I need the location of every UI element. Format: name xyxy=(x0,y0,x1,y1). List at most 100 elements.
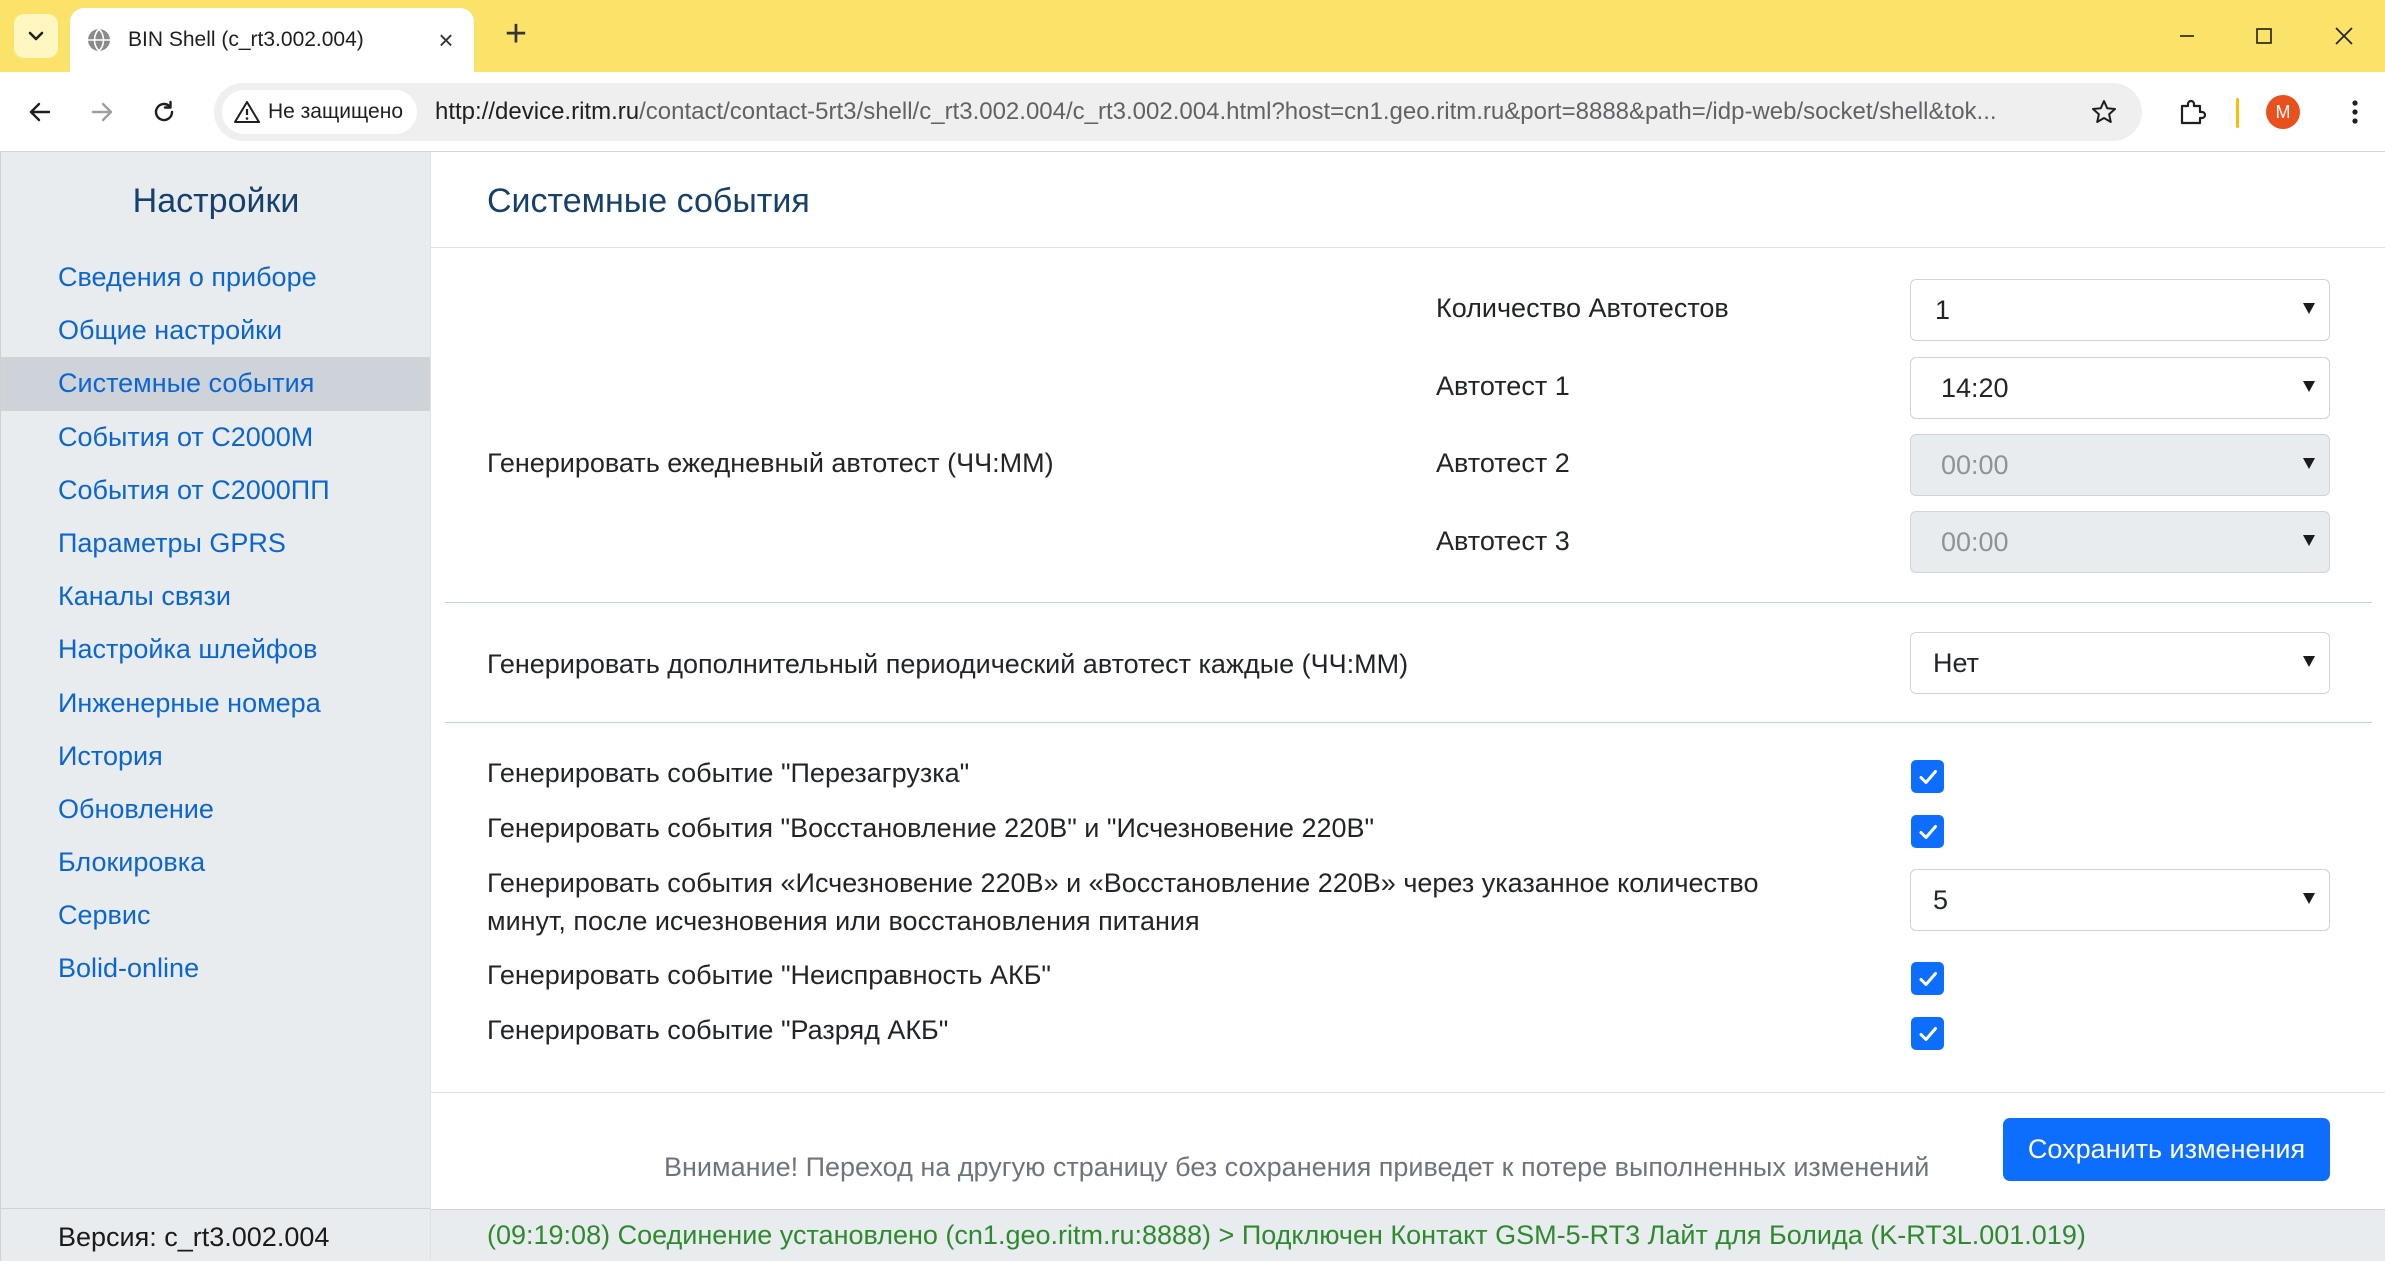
sidebar-item-system-events[interactable]: Системные события xyxy=(1,357,431,411)
url-text[interactable]: http://device.ritm.ru/contact/contact-5r… xyxy=(435,98,2084,126)
settings-sidebar: Настройки Сведения о приборе Общие настр… xyxy=(0,152,431,1261)
power-delay-label-line2: минут, после исчезновения или восстановл… xyxy=(487,906,1200,936)
autotest-1-value: 14:20 xyxy=(1941,373,2009,403)
star-icon xyxy=(2092,100,2116,123)
extensions-button[interactable] xyxy=(2170,90,2214,134)
autotest-2-label: Автотест 2 xyxy=(1436,448,1570,478)
close-icon xyxy=(2335,27,2353,45)
checkmark-icon xyxy=(1919,1026,1937,1041)
sidebar-item-c2000pp-events[interactable]: События от С2000ПП xyxy=(1,464,431,517)
puzzle-icon xyxy=(2180,99,2207,125)
browser-tab[interactable]: BIN Shell (c_rt3.002.004) × xyxy=(70,8,474,72)
sidebar-item-general-settings[interactable]: Общие настройки xyxy=(1,304,431,357)
connection-status: (09:19:08) Соединение установлено (cn1.g… xyxy=(487,1220,2086,1250)
autotest-2-select[interactable]: 00:00 xyxy=(1910,434,2330,496)
autotest-3-label: Автотест 3 xyxy=(1436,526,1570,556)
reboot-event-checkbox[interactable] xyxy=(1911,760,1944,793)
main-header: Системные события xyxy=(431,152,2385,248)
sidebar-item-lock[interactable]: Блокировка xyxy=(1,836,431,889)
sidebar-nav: Сведения о приборе Общие настройки Систе… xyxy=(1,251,431,996)
checkmark-icon xyxy=(1919,769,1937,784)
checkmark-icon xyxy=(1919,824,1937,839)
sidebar-title: Настройки xyxy=(132,182,300,220)
sidebar-item-gprs[interactable]: Параметры GPRS xyxy=(1,517,431,570)
sidebar-item-channels[interactable]: Каналы связи xyxy=(1,570,431,623)
security-indicator[interactable]: Не защищено xyxy=(222,90,417,134)
address-bar[interactable]: Не защищено http://device.ritm.ru/contac… xyxy=(214,83,2142,141)
tab-close-icon[interactable]: × xyxy=(434,27,458,53)
power-events-label: Генерировать события "Восстановление 220… xyxy=(487,813,1375,843)
footer-divider xyxy=(431,1092,2385,1093)
url-path: /contact/contact-5rt3/shell/c_rt3.002.00… xyxy=(639,98,1997,125)
checkmark-icon xyxy=(1919,971,1937,986)
browser-tab-strip: BIN Shell (c_rt3.002.004) × + xyxy=(0,0,2385,72)
power-delay-select[interactable]: 5 xyxy=(1910,869,2330,931)
caret-down-icon xyxy=(2303,381,2315,392)
forward-button[interactable] xyxy=(80,90,124,134)
sidebar-item-update[interactable]: Обновление xyxy=(1,783,431,836)
periodic-autotest-select[interactable]: Нет xyxy=(1910,632,2330,694)
save-changes-button[interactable]: Сохранить изменения xyxy=(2003,1118,2330,1181)
autotest-1-label: Автотест 1 xyxy=(1436,371,1570,401)
battery-fault-checkbox[interactable] xyxy=(1911,962,1944,995)
tab-search-button[interactable] xyxy=(14,14,58,58)
toolbar-divider xyxy=(2236,98,2239,128)
reload-button[interactable] xyxy=(142,90,186,134)
daily-autotest-label: Генерировать ежедневный автотест (ЧЧ:ММ) xyxy=(487,448,1054,478)
arrow-right-icon xyxy=(91,102,113,122)
browser-menu-button[interactable] xyxy=(2333,90,2377,134)
arrow-left-icon xyxy=(29,102,51,122)
maximize-button[interactable] xyxy=(2244,16,2284,56)
power-delay-value: 5 xyxy=(1933,885,1949,915)
close-window-button[interactable] xyxy=(2324,16,2364,56)
autotest-1-select[interactable]: 14:20 xyxy=(1910,357,2330,419)
section-divider xyxy=(445,602,2372,603)
section-divider xyxy=(445,722,2372,723)
caret-down-icon xyxy=(2303,303,2315,314)
back-button[interactable] xyxy=(18,90,62,134)
autotest-2-value: 00:00 xyxy=(1941,450,2009,480)
unsaved-warning: Внимание! Переход на другую страницу без… xyxy=(664,1152,1930,1182)
power-delay-label-line1: Генерировать события «Исчезновение 220В»… xyxy=(487,868,1759,898)
caret-down-icon xyxy=(2303,458,2315,469)
autotest-3-value: 00:00 xyxy=(1941,527,2009,557)
autotest-count-select[interactable]: 1 xyxy=(1910,279,2330,341)
browser-toolbar: Не защищено http://device.ritm.ru/contac… xyxy=(0,72,2385,152)
minimize-icon xyxy=(2180,35,2194,37)
caret-down-icon xyxy=(2303,656,2315,667)
reboot-event-label: Генерировать событие "Перезагрузка" xyxy=(487,758,970,788)
sidebar-item-service[interactable]: Сервис xyxy=(1,889,431,942)
sidebar-item-engineer-numbers[interactable]: Инженерные номера xyxy=(1,677,431,730)
periodic-autotest-label: Генерировать дополнительный периодически… xyxy=(487,649,1409,679)
profile-avatar[interactable]: M xyxy=(2266,95,2300,129)
caret-down-icon xyxy=(2303,535,2315,546)
minimize-button[interactable] xyxy=(2167,16,2207,56)
page-title: Системные события xyxy=(487,182,810,220)
warning-icon xyxy=(234,101,260,123)
new-tab-button[interactable]: + xyxy=(494,14,538,58)
url-host: http://device.ritm.ru xyxy=(435,98,640,125)
autotest-count-value: 1 xyxy=(1935,295,1951,325)
caret-down-icon xyxy=(2303,893,2315,904)
sidebar-item-history[interactable]: История xyxy=(1,730,431,783)
chevron-down-icon xyxy=(28,31,44,41)
sidebar-item-bolid-online[interactable]: Bolid-online xyxy=(1,942,431,995)
sidebar-divider xyxy=(1,1208,431,1209)
battery-low-checkbox[interactable] xyxy=(1911,1017,1944,1050)
globe-icon xyxy=(88,28,110,52)
periodic-autotest-value: Нет xyxy=(1933,648,1979,678)
power-events-checkbox[interactable] xyxy=(1911,815,1944,848)
battery-low-label: Генерировать событие "Разряд АКБ" xyxy=(487,1015,949,1045)
security-label: Не защищено xyxy=(268,100,403,123)
bookmark-button[interactable] xyxy=(2084,92,2124,132)
tab-title: BIN Shell (c_rt3.002.004) xyxy=(128,28,364,51)
autotest-3-select[interactable]: 00:00 xyxy=(1910,511,2330,573)
main-content: Системные события Генерировать ежедневны… xyxy=(430,152,2385,1261)
battery-fault-label: Генерировать событие "Неисправность АКБ" xyxy=(487,960,1052,990)
sidebar-item-device-info[interactable]: Сведения о приборе xyxy=(1,251,431,304)
sidebar-item-c2000m-events[interactable]: События от С2000М xyxy=(1,411,431,464)
autotest-count-label: Количество Автотестов xyxy=(1436,293,1729,323)
status-bar: (09:19:08) Соединение установлено (cn1.g… xyxy=(431,1209,2385,1261)
more-vertical-icon xyxy=(2352,100,2358,124)
sidebar-item-loops[interactable]: Настройка шлейфов xyxy=(1,623,431,676)
